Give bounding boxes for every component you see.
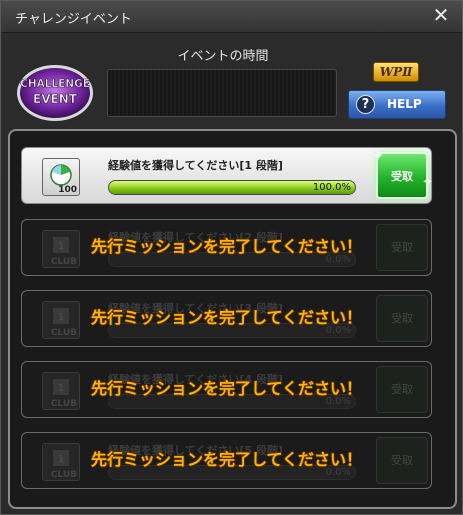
badge-line2: EVENT — [33, 92, 78, 106]
wp-logo: WPⅡ — [373, 62, 419, 82]
help-label: HELP — [387, 97, 422, 111]
badge-line1: CHALLENGE — [20, 78, 90, 90]
event-time-display — [107, 69, 337, 117]
mission-row-4: 1 CLUB 経験値を獲得してください[4 段階] 0.0% 受取 先行ミッショ… — [21, 361, 432, 418]
sparkle-icon: ✦ — [373, 149, 384, 164]
icon-text: CLUB — [50, 257, 77, 267]
question-icon: ? — [356, 95, 375, 114]
progress-bar: 100.0% — [108, 180, 356, 195]
help-button[interactable]: ? HELP — [348, 90, 446, 119]
lock-message: 先行ミッションを完了してください！ — [90, 308, 363, 327]
event-time-label: イベントの時間 — [177, 49, 269, 64]
icon-text: CLUB — [50, 399, 77, 409]
level-icon: 100 — [42, 158, 80, 196]
title-bar[interactable]: チャレンジイベント ✕ — [1, 1, 462, 33]
lock-message: 先行ミッションを完了してください！ — [90, 379, 363, 398]
challenge-event-window: チャレンジイベント ✕ CHALLENGE EVENT イベントの時間 WPⅡ … — [0, 0, 463, 515]
icon-text: CLUB — [50, 328, 77, 338]
mission-row-3: 1 CLUB 経験値を獲得してください[3 段階] 0.0% 受取 先行ミッショ… — [21, 290, 432, 347]
lock-message: 先行ミッションを完了してください！ — [90, 450, 363, 469]
close-button[interactable]: ✕ — [430, 4, 452, 26]
sparkle-icon: ✦ — [422, 175, 433, 190]
icon-level-text: 100 — [58, 185, 77, 195]
mission-title: 経験値を獲得してください[1 段階] — [108, 159, 283, 172]
mission-row-1: 100 経験値を獲得してください[1 段階] 100.0% 受取 ✦ ✦ — [21, 147, 433, 204]
lock-message: 先行ミッションを完了してください！ — [90, 237, 363, 256]
mission-row-5: 1 CLUB 経験値を獲得してください[5 段階] 0.0% 受取 先行ミッショ… — [21, 432, 432, 489]
mission-row-2: 1 CLUB 経験値を獲得してください[2 段階] 0.0% 受取 先行ミッショ… — [21, 219, 432, 276]
window-title: チャレンジイベント — [15, 12, 132, 27]
progress-text: 100.0% — [312, 182, 351, 193]
challenge-event-badge-icon: CHALLENGE EVENT — [15, 63, 95, 123]
icon-text: CLUB — [50, 470, 77, 480]
